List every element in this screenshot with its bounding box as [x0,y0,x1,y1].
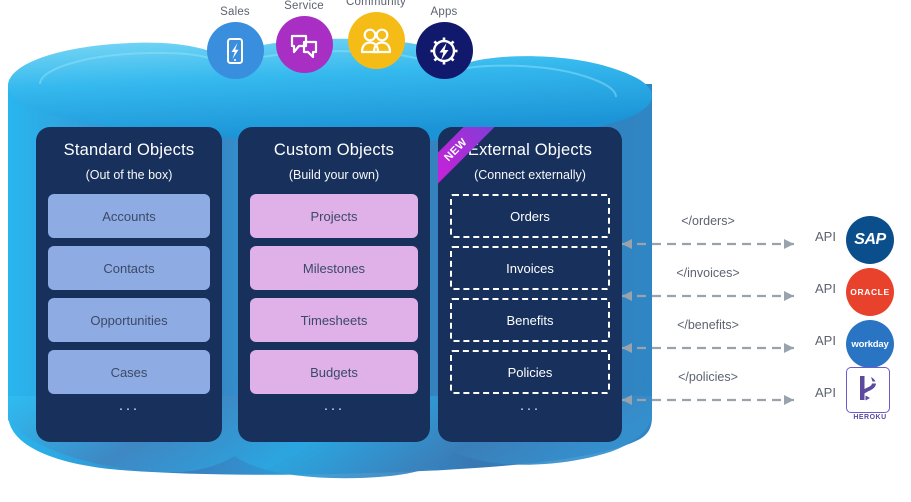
object-item-projects[interactable]: Projects [250,194,418,238]
vendor-logo-sap[interactable]: SAP [846,216,894,264]
object-item-policies[interactable]: Policies [450,350,610,394]
app-label-community: Community [346,0,406,8]
mobile-lightning-icon [218,34,252,68]
connector-arrow-invoices [622,291,794,301]
connector-row-policies: </policies> [608,370,808,420]
app-item-community[interactable]: Community [345,0,407,69]
connector-label-benefits: </benefits> [677,318,739,332]
object-item-benefits[interactable]: Benefits [450,298,610,342]
connector-row-orders: </orders> [608,214,808,264]
gear-lightning-icon [427,34,461,68]
panel-title-standard: Standard Objects [63,141,195,159]
object-item-orders[interactable]: Orders [450,194,610,238]
object-item-timesheets[interactable]: Timesheets [250,298,418,342]
community-icon-circle [347,12,405,69]
more-indicator-external[interactable]: ··· [450,401,610,422]
connector-row-benefits: </benefits> [608,318,808,368]
object-item-contacts[interactable]: Contacts [48,246,210,290]
app-icons-row: Sales Service Community Apps [200,0,490,95]
heroku-mark-icon [855,373,881,408]
panel-title-custom: Custom Objects [273,141,395,159]
connector-row-invoices: </invoices> [608,266,808,316]
api-label-invoices: API [815,281,836,296]
service-icon-circle [275,16,333,73]
apps-icon-circle [415,22,473,79]
vendor-logo-oracle[interactable]: ORACLE [846,268,894,316]
connector-label-invoices: </invoices> [676,266,740,280]
panel-subtitle-external: (Connect externally) [474,168,586,182]
app-label-service: Service [284,0,324,12]
speech-bubbles-icon [287,28,321,62]
app-item-service[interactable]: Service [273,0,335,73]
vendor-logo-heroku[interactable]: HEROKU [846,367,894,421]
panel-subtitle-standard: (Out of the box) [85,168,173,182]
more-indicator-custom[interactable]: ··· [250,401,418,422]
app-label-apps: Apps [430,6,458,18]
heroku-logo-box [846,367,890,413]
diagram-canvas: Sales Service Community Apps Standard Ob… [0,0,911,502]
panel-subtitle-custom: (Build your own) [288,168,380,182]
object-item-cases[interactable]: Cases [48,350,210,394]
connector-arrow-benefits [622,343,794,353]
heroku-logo-text: HEROKU [853,414,887,421]
api-label-policies: API [815,385,836,400]
object-item-budgets[interactable]: Budgets [250,350,418,394]
connector-label-orders: </orders> [681,214,735,228]
workday-logo-circle: workday [846,320,894,368]
object-item-invoices[interactable]: Invoices [450,246,610,290]
app-item-apps[interactable]: Apps [413,6,475,79]
panel-external-objects: NEW External Objects (Connect externally… [438,127,622,442]
connector-arrow-orders [622,239,794,249]
workday-logo-text: workday [851,338,889,350]
object-item-milestones[interactable]: Milestones [250,246,418,290]
panel-standard-objects: Standard Objects (Out of the box) Accoun… [36,127,222,442]
more-indicator-standard[interactable]: ··· [48,401,210,422]
panel-custom-objects: Custom Objects (Build your own) Projects… [238,127,430,442]
object-item-accounts[interactable]: Accounts [48,194,210,238]
app-label-sales: Sales [220,6,250,18]
sap-logo-text: SAP [854,231,886,248]
app-item-sales[interactable]: Sales [204,6,266,79]
oracle-logo-circle: ORACLE [846,268,894,316]
vendor-logo-workday[interactable]: workday [846,320,894,368]
connector-label-policies: </policies> [678,370,738,384]
sales-icon-circle [206,22,264,79]
connector-arrow-policies [622,395,794,405]
object-item-opportunities[interactable]: Opportunities [48,298,210,342]
oracle-logo-text: ORACLE [850,287,890,297]
sap-logo-circle: SAP [846,216,894,264]
api-label-benefits: API [815,333,836,348]
api-label-orders: API [815,229,836,244]
people-group-icon [358,24,394,58]
